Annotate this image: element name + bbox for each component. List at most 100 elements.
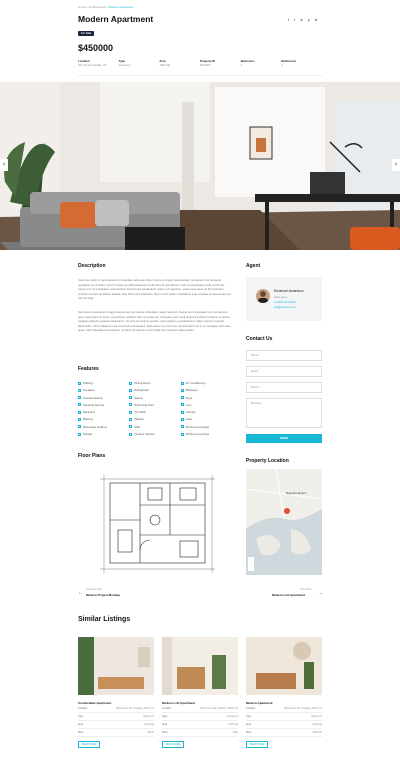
email-field[interactable]: Email* <box>246 366 322 377</box>
row-value: $950 <box>232 731 238 734</box>
feature-label: Dryer <box>185 395 193 400</box>
breadcrumb-home[interactable]: Home <box>78 5 86 9</box>
feature-item: ✓ Parking <box>78 381 129 385</box>
pinterest-icon[interactable]: p <box>308 18 310 22</box>
meta-area: Area 1200 sqft <box>159 59 200 67</box>
row-label: Price <box>78 731 84 734</box>
check-icon: ✓ <box>78 381 81 385</box>
prev-arrow-icon[interactable]: ← <box>78 590 83 596</box>
agent-phone[interactable]: +1 (815) 514-8432 <box>274 301 295 304</box>
feature-label: Gym <box>185 402 192 407</box>
feature-item: ✓ Central Heating <box>78 396 129 400</box>
breadcrumb-current: Modern Apartment <box>108 5 134 9</box>
prev-post-title[interactable]: Modern Project Mockup <box>86 593 120 597</box>
check-icon: ✓ <box>129 417 133 421</box>
feature-item: ✓ TV Cable <box>129 410 180 414</box>
check-icon: ✓ <box>129 410 133 414</box>
description-paragraph-2: Sed quia consequuntur magni dolores eos … <box>78 310 231 333</box>
meta-label: Location <box>78 59 90 63</box>
feature-item: ✓ Sauna <box>129 396 180 400</box>
property-location-heading: Property Location <box>246 458 289 464</box>
check-icon: ✓ <box>78 432 81 436</box>
location-map[interactable]: Bogotá Nautico <box>246 469 322 575</box>
linkedin-icon[interactable]: in <box>300 18 303 22</box>
feature-label: Microwave Outdoor <box>83 424 108 429</box>
read-more-button[interactable]: READ MORE <box>78 741 100 748</box>
listing-row: Location 1925 Green Rd, Chicago, 60601 US <box>162 705 238 713</box>
message-field[interactable]: Message <box>246 398 322 428</box>
listing-row: Area 1000 sqft <box>78 721 154 729</box>
feature-item: ✓ Window Coverings <box>180 432 232 437</box>
property-meta: Location 321 City Ave Seattle, US Type Apa… <box>78 59 322 67</box>
name-field[interactable]: Name* <box>246 350 322 361</box>
read-more-button[interactable]: READ MORE <box>246 741 268 748</box>
hero-illustration <box>0 82 400 250</box>
listing-photo[interactable] <box>246 637 322 695</box>
listing-row: Location 1925 Green Rd, Chicago, 60601 US <box>78 705 154 713</box>
feature-item: ✓ Gym <box>180 402 232 407</box>
feature-label: Refrigerator <box>134 388 150 393</box>
hero-next-arrow[interactable]: › <box>392 159 400 171</box>
check-icon: ✓ <box>129 425 133 429</box>
feature-label: WiFi <box>134 424 140 429</box>
listing-row: Price $1100 <box>78 729 154 737</box>
check-icon: ✓ <box>78 396 81 400</box>
meta-location: Location 321 City Ave Seattle, US <box>78 59 119 67</box>
row-label: Type <box>246 715 252 718</box>
row-label: Area <box>78 723 84 726</box>
feature-item: ✓ Shower <box>78 432 129 436</box>
feature-label: Balcony <box>83 417 93 422</box>
listing-card[interactable]: Comfortable Apartment Location 1925 Green… <box>78 637 154 748</box>
feature-item: ✓ Dining Room <box>129 381 180 385</box>
row-label: Location <box>162 707 172 710</box>
feature-label: Central Heating <box>83 395 103 400</box>
feature-label: Cleaning Service <box>83 402 105 407</box>
divider <box>78 75 322 76</box>
meta-label: Bathrooms <box>281 59 297 63</box>
agent-role: Sales agent <box>274 296 288 299</box>
next-post-title[interactable]: Modern Loft Apartment <box>272 593 305 597</box>
check-icon: ✓ <box>78 417 81 421</box>
read-more-button[interactable]: READ MORE <box>162 741 184 748</box>
meta-type: Type Apartment <box>119 59 160 67</box>
row-value: 1200 sqft <box>312 723 322 726</box>
row-value: 1925 Green Rd, Chicago, 60601 US <box>283 707 322 710</box>
listing-card[interactable]: Modern Apartment Location 1925 Green Rd, … <box>246 637 322 748</box>
feature-label: Window Coverings <box>185 432 209 437</box>
send-button[interactable]: SEND <box>246 434 322 443</box>
facebook-icon[interactable]: f <box>288 18 289 22</box>
next-arrow-icon[interactable]: → <box>318 590 323 596</box>
check-icon: ✓ <box>78 403 81 407</box>
check-icon: ✓ <box>78 410 81 414</box>
check-icon: ✓ <box>129 396 133 400</box>
row-value: Apartment <box>310 715 322 718</box>
listing-card[interactable]: Modern Loft Apartment Location 1925 Green… <box>162 637 238 748</box>
phone-field[interactable]: Phone* <box>246 382 322 393</box>
agent-email[interactable]: info@estwork.com <box>274 306 295 309</box>
floor-plan-drawing[interactable] <box>100 475 220 573</box>
feature-label: Dining Room <box>134 381 151 385</box>
check-icon: ✓ <box>78 388 81 392</box>
feature-label: Backyard <box>83 410 95 415</box>
listing-photo[interactable] <box>78 637 154 695</box>
twitter-icon[interactable]: t <box>294 18 295 22</box>
listing-row: Location 1925 Green Rd, Chicago, 60601 US <box>246 705 322 713</box>
floor-plans-heading: Floor Plans <box>78 453 106 459</box>
map-place-label: Bogotá Nautico <box>286 491 307 495</box>
telegram-icon[interactable]: ➤ <box>315 18 318 22</box>
listing-row: Type Apartment <box>78 713 154 721</box>
share-icons: f t in p ➤ <box>288 18 318 22</box>
meta-bedrooms: Bedrooms 2 <box>241 59 282 67</box>
check-icon: ✓ <box>129 388 133 392</box>
feature-item: ✓ Laundry <box>180 410 232 414</box>
row-value: 1000 sqft <box>228 723 238 726</box>
check-icon: ✓ <box>129 381 133 385</box>
feature-label: TV Cable <box>134 410 146 415</box>
feature-label: Barbeque <box>185 388 198 393</box>
listing-photo[interactable] <box>162 637 238 695</box>
feature-label: Shower <box>83 432 93 437</box>
breadcrumb-category[interactable]: Architectures <box>88 5 106 9</box>
row-label: Area <box>246 723 252 726</box>
hero-prev-arrow[interactable]: ‹ <box>0 159 8 171</box>
feature-item: ✓ Balcony <box>78 417 129 421</box>
